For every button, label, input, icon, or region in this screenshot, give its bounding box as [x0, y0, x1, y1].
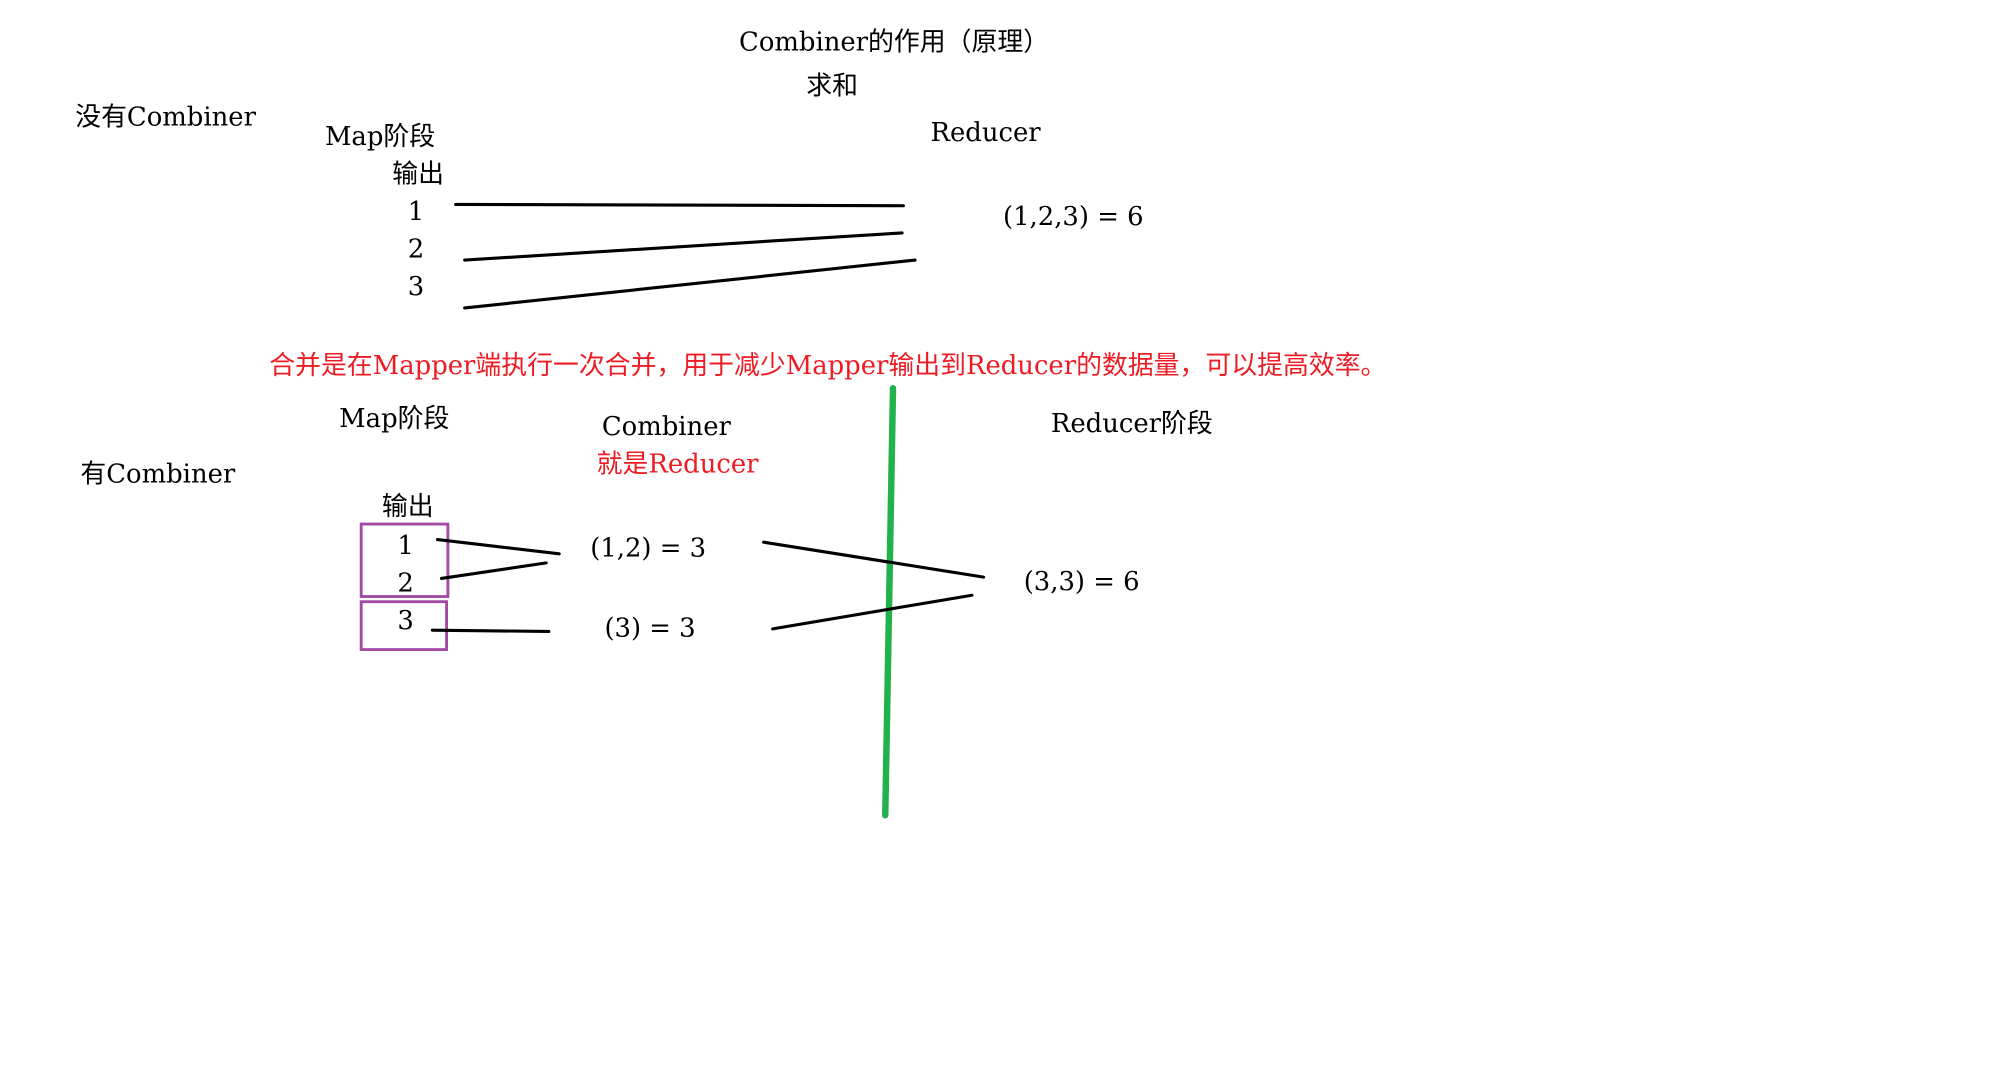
with-reducer-stage: Reducer阶段	[1051, 409, 1213, 439]
combiner-diagram: Combiner的作用（原理） 求和 没有Combiner Map阶段 输出 R…	[75, 27, 1386, 819]
with-map-stage: Map阶段	[339, 404, 449, 434]
combiner-is-reducer-note: 就是Reducer	[597, 449, 759, 479]
connector-line	[463, 231, 904, 262]
with-value-2: 2	[397, 568, 413, 598]
combine-result-2: (3) = 3	[604, 614, 695, 644]
connector-line	[463, 258, 917, 310]
without-reducer-label: Reducer	[931, 118, 1042, 148]
diagram-subtitle: 求和	[806, 71, 858, 101]
connector-line	[435, 538, 561, 556]
with-combiner-label: Combiner	[602, 412, 732, 442]
with-value-3: 3	[397, 606, 413, 636]
without-value-3: 3	[408, 272, 424, 302]
without-combiner-label: 没有Combiner	[75, 103, 256, 133]
connector-line	[762, 540, 986, 579]
with-combiner-section-label: 有Combiner	[80, 460, 236, 490]
combine-result-1: (1,2) = 3	[590, 533, 706, 563]
without-output-label: 输出	[392, 159, 444, 189]
connector-line	[430, 628, 551, 634]
connector-line	[771, 593, 974, 631]
green-divider	[882, 384, 897, 819]
with-output-label: 输出	[382, 492, 434, 522]
without-result: (1,2,3) = 6	[1003, 202, 1144, 232]
connector-line	[454, 202, 905, 208]
with-result: (3,3) = 6	[1024, 567, 1140, 597]
with-value-1: 1	[397, 531, 413, 561]
diagram-title: Combiner的作用（原理）	[739, 27, 1049, 57]
without-map-stage: Map阶段	[325, 122, 435, 152]
combiner-note: 合并是在Mapper端执行一次合并，用于减少Mapper输出到Reducer的数…	[269, 351, 1386, 381]
connector-line	[439, 561, 548, 580]
without-value-2: 2	[408, 235, 424, 265]
without-value-1: 1	[408, 197, 424, 227]
